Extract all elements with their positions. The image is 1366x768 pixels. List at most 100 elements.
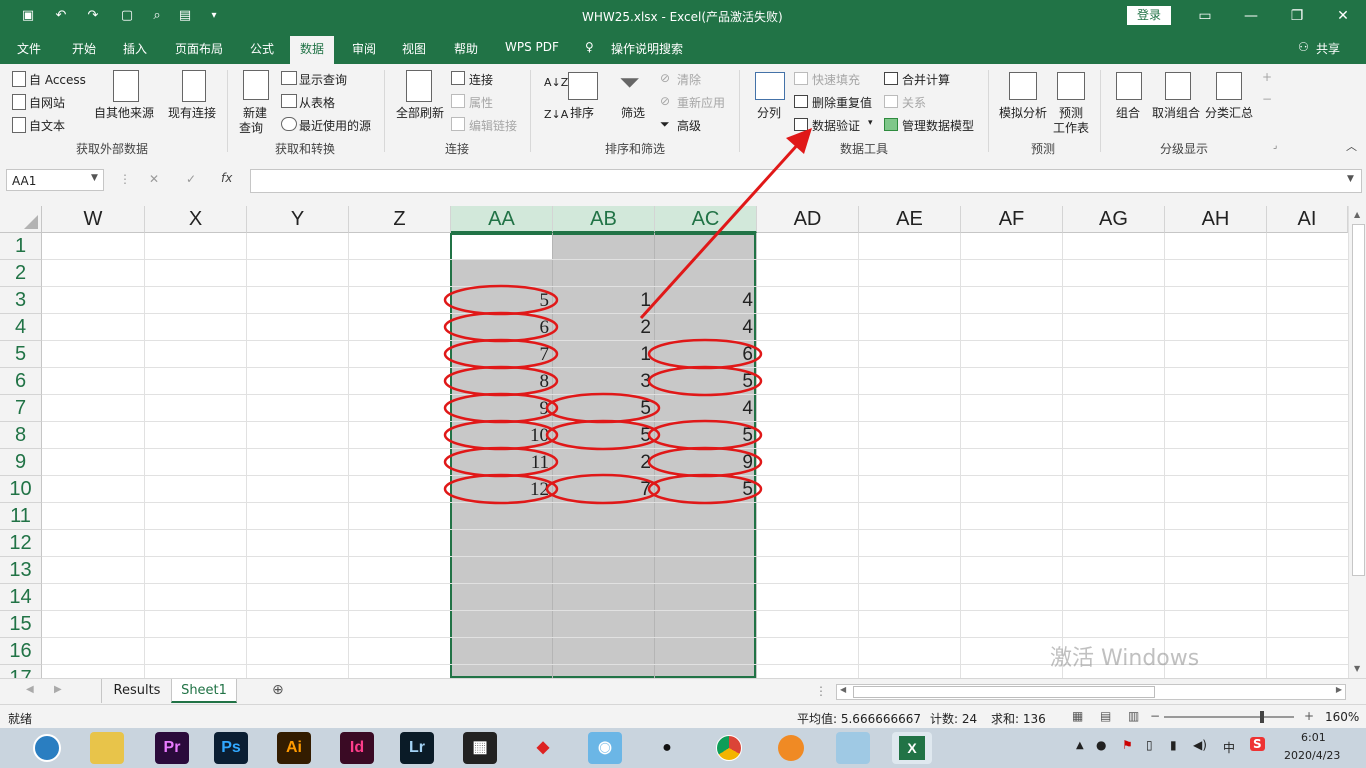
collapse-ribbon-icon[interactable]: ︿ [1346,138,1357,154]
tab-page-layout[interactable]: 页面布局 [175,40,223,57]
outline-dialog-launcher-icon[interactable]: ⌟ [1273,141,1277,151]
browser-icon[interactable] [774,732,808,764]
data-validation-button[interactable]: 数据验证 [812,117,860,134]
refresh-all-button[interactable]: 全部刷新 [396,104,444,121]
normal-view-icon[interactable]: ▦ [1072,709,1083,723]
tray-battery-icon[interactable]: ▯ [1146,738,1153,752]
zoom-slider-thumb[interactable] [1260,711,1264,723]
zoom-out-icon[interactable]: − [1150,709,1160,723]
redo-icon[interactable]: ↷ [84,7,102,25]
notes-app-icon[interactable] [836,732,870,764]
ungroup-button[interactable]: 取消组合 [1152,104,1200,121]
minimize-icon[interactable]: — [1236,6,1266,26]
text-to-columns-button[interactable]: 分列 [757,104,781,121]
undo-icon[interactable]: ↶ [52,7,70,25]
sheet-tab-sheet1[interactable]: Sheet1 [171,679,237,703]
tell-me-search[interactable]: 操作说明搜索 [611,40,683,57]
data-validation-dropdown-icon[interactable]: ▾ [868,118,873,128]
vertical-scroll-thumb[interactable] [1352,224,1365,576]
from-web-button[interactable]: 自网站 [29,94,65,111]
scroll-down-icon[interactable]: ▼ [1354,664,1360,673]
tray-ime[interactable]: 中 [1223,739,1235,756]
prev-sheet-icon[interactable]: ◀ [26,684,34,695]
share-icon[interactable]: ⚇ [1298,40,1309,54]
login-button[interactable]: 登录 [1127,6,1171,25]
filter-button[interactable]: 筛选 [621,104,645,121]
taskbar-app-illustrator[interactable]: Ai [277,732,311,764]
subtotal-button[interactable]: 分类汇总 [1205,104,1253,121]
form-icon[interactable]: ▤ [176,7,194,25]
tab-help[interactable]: 帮助 [454,40,478,57]
advanced-filter-button[interactable]: 高级 [677,117,701,134]
excel-taskbar-icon[interactable]: X [892,732,932,764]
sort-ascending-icon[interactable]: A↓Z [544,76,568,89]
from-text-button[interactable]: 自文本 [29,117,65,134]
chat-bird-icon[interactable]: ◉ [588,732,622,764]
name-box[interactable]: AA1 [6,169,104,191]
connections-button[interactable]: 连接 [469,71,493,88]
scroll-up-icon[interactable]: ▲ [1354,210,1360,219]
show-queries-button[interactable]: 显示查询 [299,71,347,88]
close-icon[interactable]: ✕ [1328,6,1358,26]
share-button[interactable]: 共享 [1316,40,1340,57]
tab-home[interactable]: 开始 [72,40,96,57]
zoom-level[interactable]: 160% [1325,710,1359,724]
hide-detail-icon[interactable]: − [1262,92,1272,106]
forecast-sheet-button-line2[interactable]: 工作表 [1053,119,1089,136]
consolidate-button[interactable]: 合并计算 [902,71,950,88]
tab-file[interactable]: 文件 [17,40,41,57]
tray-volume-icon[interactable]: ◀) [1193,738,1207,752]
tray-sogou-icon[interactable]: S [1250,737,1265,751]
remove-duplicates-button[interactable]: 删除重复值 [812,94,872,111]
enter-icon[interactable]: ✓ [186,172,196,186]
chrome-icon[interactable] [712,732,746,764]
reapply-button[interactable]: 重新应用 [677,94,725,111]
tab-view[interactable]: 视图 [402,40,426,57]
start-orb-icon[interactable] [30,732,64,764]
name-box-dropdown-icon[interactable]: ▼ [91,173,98,183]
taskbar-app-photoshop[interactable]: Ps [214,732,248,764]
qq-icon[interactable]: ● [650,732,684,764]
customize-qat-icon[interactable]: ▾ [205,7,223,25]
group-button[interactable]: 组合 [1116,104,1140,121]
manage-data-model-button[interactable]: 管理数据模型 [902,117,974,134]
video-editor-icon[interactable]: ▦ [463,732,497,764]
horizontal-scrollbar[interactable]: ◀ ▶ [836,684,1346,700]
edit-links-button[interactable]: 编辑链接 [469,117,517,134]
tab-split-handle-icon[interactable]: ⋮ [815,684,827,698]
vertical-scrollbar[interactable]: ▲ ▼ [1348,206,1366,678]
next-sheet-icon[interactable]: ▶ [54,684,62,695]
flash-fill-button[interactable]: 快速填充 [812,71,860,88]
from-table-button[interactable]: 从表格 [299,94,335,111]
properties-button[interactable]: 属性 [469,94,493,111]
tray-qq-icon[interactable]: ● [1096,738,1106,752]
zoom-slider[interactable] [1164,711,1294,723]
page-break-view-icon[interactable]: ▥ [1128,709,1139,723]
sort-descending-icon[interactable]: Z↓A [544,108,568,121]
ribbon-display-icon[interactable]: ▭ [1190,6,1220,26]
tray-expand-icon[interactable]: ▲ [1076,740,1084,751]
zoom-in-icon[interactable]: + [1304,709,1314,723]
what-if-analysis-button[interactable]: 模拟分析 [999,104,1047,121]
sort-button[interactable]: 排序 [570,104,594,121]
cancel-icon[interactable]: ✕ [149,172,159,186]
save-icon[interactable]: ▣ [19,7,37,25]
relationships-button[interactable]: 关系 [902,94,926,111]
file-explorer-icon[interactable] [90,732,124,764]
taskbar-app-lightroom[interactable]: Lr [400,732,434,764]
new-query-button-line2[interactable]: 查询 [239,119,263,136]
clock-time[interactable]: 6:01 [1301,731,1326,744]
formula-input[interactable] [250,169,1362,193]
clear-filter-button[interactable]: 清除 [677,71,701,88]
print-preview-icon[interactable]: ⌕ [148,7,166,25]
game-app-icon[interactable]: ◆ [526,732,560,764]
tab-wps-pdf[interactable]: WPS PDF [505,40,559,54]
tray-flag-icon[interactable]: ⚑ [1122,738,1133,752]
tray-network-icon[interactable]: ▮ [1170,738,1177,752]
existing-connections-button[interactable]: 现有连接 [168,104,216,121]
scroll-left-icon[interactable]: ◀ [840,685,846,694]
show-detail-icon[interactable]: + [1262,70,1272,84]
other-sources-button[interactable]: 自其他来源 [94,104,154,121]
add-sheet-icon[interactable]: ⊕ [272,682,284,698]
scroll-right-icon[interactable]: ▶ [1336,685,1342,694]
